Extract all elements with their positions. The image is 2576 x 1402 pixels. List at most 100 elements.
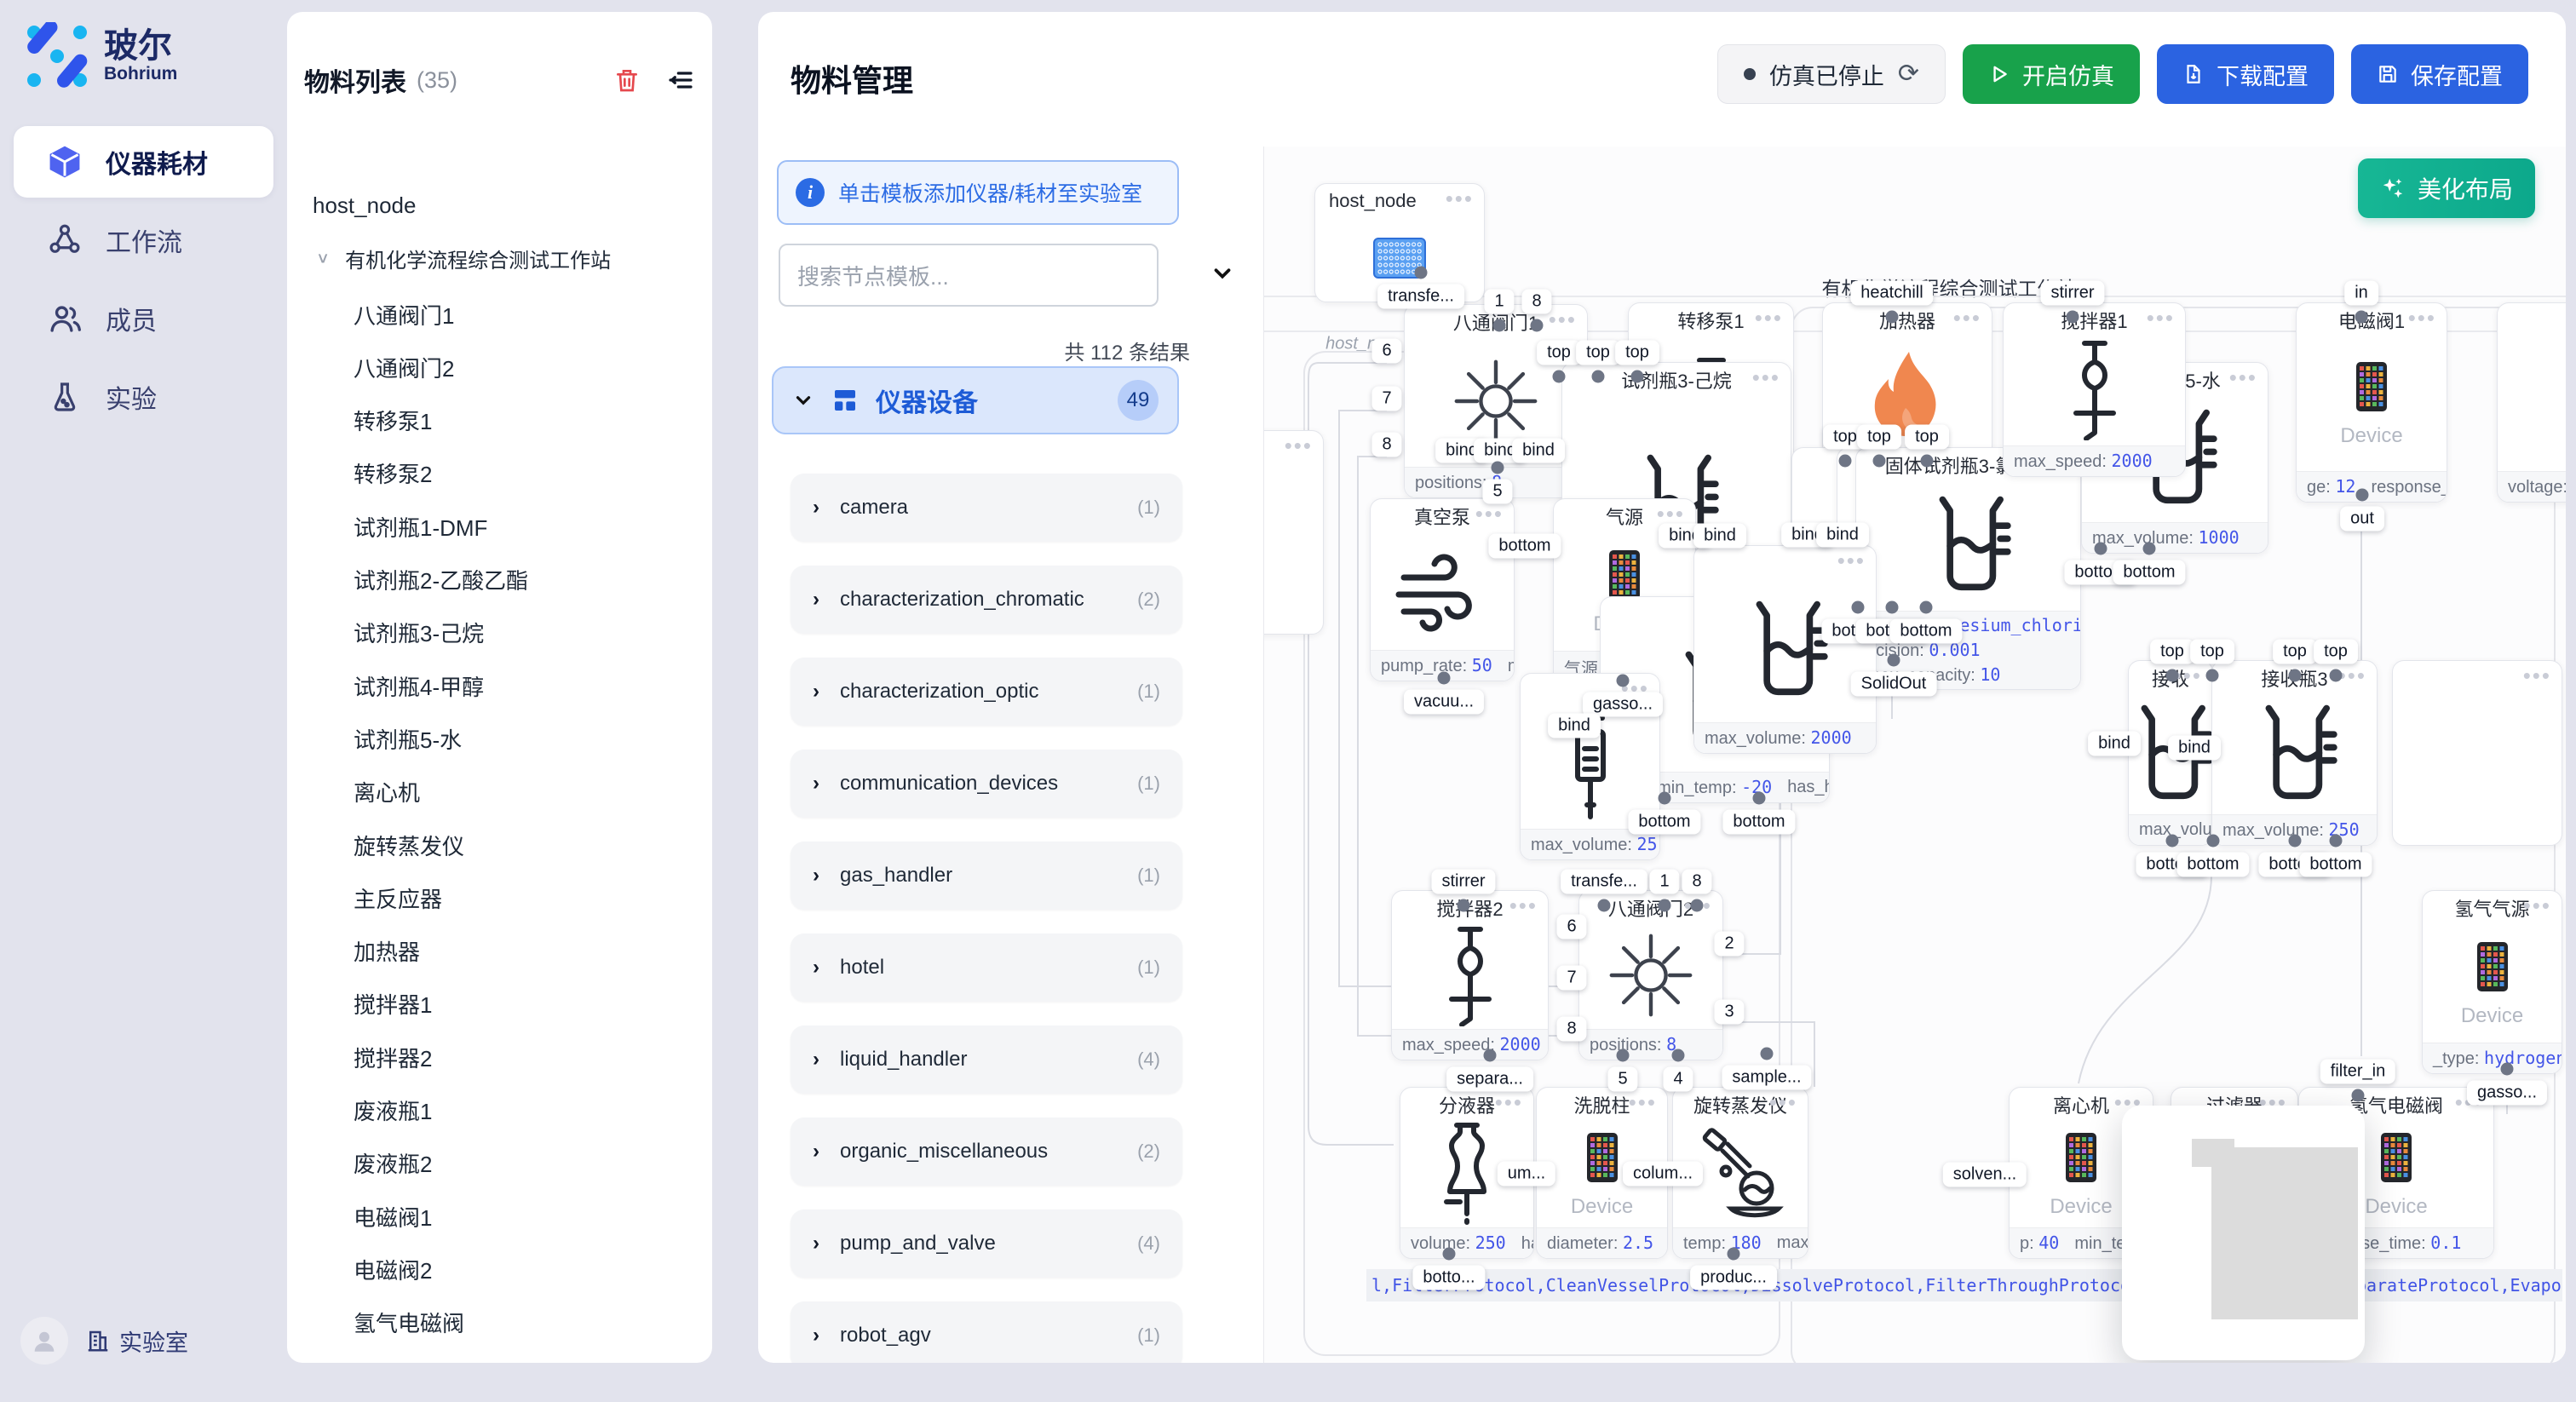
tree-item[interactable]: 试剂瓶4-甲醇 <box>287 664 712 708</box>
port-handle[interactable] <box>1886 601 1899 614</box>
sidebar-item-users[interactable]: 成员 <box>14 283 273 354</box>
save-config-button[interactable]: 保存配置 <box>2351 44 2528 104</box>
port-label[interactable]: vacuu... <box>1404 690 1484 715</box>
port-handle[interactable] <box>2166 669 2179 682</box>
port-handle[interactable] <box>2289 835 2302 848</box>
tree-item-root[interactable]: host_node <box>287 183 712 227</box>
port-handle[interactable] <box>1728 1248 1740 1261</box>
port-handle[interactable] <box>1553 371 1566 383</box>
port-handle[interactable] <box>1761 1048 1774 1060</box>
port-label[interactable]: bottom <box>1722 810 1795 835</box>
graph-node[interactable]: ••• <box>2392 660 2562 846</box>
graph-node-氢气气源[interactable]: 氢气气源•••Device_type: hydrogenmax_pre <box>2422 890 2562 1074</box>
port-label[interactable]: 8 <box>1371 433 1401 457</box>
category-hotel[interactable]: ›hotel(1) <box>791 934 1182 1002</box>
graph-node-搅拌器1[interactable]: 搅拌器1•••max_speed: 2000 <box>2003 302 2186 477</box>
tree-item[interactable]: 试剂瓶1-DMF <box>287 504 712 549</box>
node-menu-icon[interactable]: ••• <box>1769 1089 1797 1116</box>
category-pump_and_valve[interactable]: ›pump_and_valve(4) <box>791 1210 1182 1278</box>
port-handle[interactable] <box>2356 489 2369 502</box>
port-label[interactable]: sample... <box>1722 1066 1811 1090</box>
category-camera[interactable]: ›camera(1) <box>791 474 1182 542</box>
port-handle[interactable] <box>1598 899 1611 912</box>
port-handle[interactable] <box>1443 1248 1456 1261</box>
node-menu-icon[interactable]: ••• <box>1285 433 1313 459</box>
graph-node-真空泵[interactable]: 真空泵•••pump_rate: 50max_vacuum: 0.1 <box>1370 498 1515 681</box>
tree-item[interactable]: 氢气电磁阀 <box>287 1301 712 1345</box>
port-label[interactable]: separa... <box>1446 1067 1533 1092</box>
node-menu-icon[interactable]: ••• <box>1509 893 1538 919</box>
avatar[interactable] <box>20 1317 68 1365</box>
port-handle[interactable] <box>1659 792 1671 805</box>
port-handle[interactable] <box>2143 543 2156 555</box>
port-handle[interactable] <box>1659 899 1671 912</box>
search-input[interactable]: 搜索节点模板... <box>779 244 1159 307</box>
graph-node[interactable]: ••• <box>1264 430 1324 635</box>
port-label[interactable]: bottom <box>2176 853 2249 877</box>
port-handle[interactable] <box>1415 267 1428 279</box>
port-label[interactable]: transfe... <box>1561 870 1647 894</box>
port-label[interactable]: bottom <box>1628 810 1700 835</box>
port-handle[interactable] <box>2289 669 2302 682</box>
port-handle[interactable] <box>1921 455 1934 468</box>
port-label[interactable]: top <box>2150 640 2194 664</box>
port-label[interactable]: top <box>2190 640 2234 664</box>
port-label[interactable]: stirrer <box>1431 870 1495 894</box>
port-label[interactable]: bind <box>1816 523 1869 548</box>
tree-item[interactable]: 试剂瓶3-己烷 <box>287 611 712 655</box>
node-menu-icon[interactable]: ••• <box>1475 501 1504 527</box>
tree-item[interactable]: 八通阀门1 <box>287 292 712 336</box>
port-handle[interactable] <box>2206 669 2219 682</box>
port-label[interactable]: top <box>1857 425 1901 450</box>
node-menu-icon[interactable]: ••• <box>2523 663 2551 689</box>
tree-item[interactable]: 电磁阀2 <box>287 1247 712 1291</box>
port-label[interactable]: 7 <box>1371 387 1401 411</box>
port-label[interactable]: top <box>1576 341 1620 365</box>
node-menu-icon[interactable]: ••• <box>2147 305 2175 331</box>
tree-item[interactable]: 搅拌器1 <box>287 982 712 1026</box>
sidebar-item-flow[interactable]: 工作流 <box>14 204 273 276</box>
tree-item[interactable]: 试剂瓶2-乙酸乙酯 <box>287 558 712 602</box>
port-handle[interactable] <box>2352 1089 2365 1102</box>
chevron-down-icon[interactable] <box>1210 261 1235 286</box>
category-communication_devices[interactable]: ›communication_devices(1) <box>791 750 1182 818</box>
port-label[interactable]: bottom <box>2299 853 2372 877</box>
sidebar-item-cube[interactable]: 仪器耗材 <box>14 126 273 198</box>
port-handle[interactable] <box>2355 311 2368 324</box>
port-label[interactable]: bottom <box>2113 560 2185 585</box>
category-liquid_handler[interactable]: ›liquid_handler(4) <box>791 1026 1182 1094</box>
tree-item[interactable]: 废液瓶1 <box>287 1089 712 1133</box>
port-handle[interactable] <box>1631 371 1644 383</box>
beautify-layout-button[interactable]: 美化布局 <box>2358 158 2535 218</box>
port-handle[interactable] <box>1753 792 1766 805</box>
simulation-status-pill[interactable]: 仿真已停止 ⟳ <box>1717 44 1946 104</box>
node-menu-icon[interactable]: ••• <box>2523 893 2551 919</box>
category-characterization_chromatic[interactable]: ›characterization_chromatic(2) <box>791 566 1182 634</box>
lab-switcher[interactable]: 实验室 <box>85 1324 188 1358</box>
port-label[interactable]: top <box>2314 640 2358 664</box>
port-label[interactable]: bottom <box>1488 534 1561 559</box>
trash-icon[interactable] <box>613 66 641 95</box>
port-handle[interactable] <box>2330 669 2343 682</box>
tree-item[interactable]: 真空泵 <box>287 1353 712 1363</box>
port-label[interactable]: bind <box>2088 732 2141 756</box>
download-config-button[interactable]: 下载配置 <box>2157 44 2334 104</box>
node-menu-icon[interactable]: ••• <box>2338 663 2366 689</box>
node-menu-icon[interactable]: ••• <box>1837 548 1866 574</box>
tree-item[interactable]: 离心机 <box>287 770 712 814</box>
port-handle[interactable] <box>1920 601 1933 614</box>
sidebar-item-flask[interactable]: 实验 <box>14 361 273 433</box>
port-label[interactable]: 8 <box>1682 870 1711 894</box>
port-label[interactable]: bind <box>1548 714 1601 738</box>
category-characterization_optic[interactable]: ›characterization_optic(1) <box>791 658 1182 726</box>
port-handle[interactable] <box>1493 319 1506 332</box>
tree-item[interactable]: 转移泵1 <box>287 399 712 443</box>
node-menu-icon[interactable]: ••• <box>2408 305 2436 331</box>
port-handle[interactable] <box>1617 675 1630 687</box>
graph-node-电磁阀1[interactable]: 电磁阀1•••Devicege: 12response_time: 0.1 <box>2296 302 2447 503</box>
graph-node-固体试剂瓶3-氯化镁[interactable]: 固体试剂瓶3-氯化镁•••agent: magnesium_chlorideec… <box>1855 447 2081 690</box>
graph-node-搅拌器2[interactable]: 搅拌器2•••max_speed: 2000 <box>1391 890 1549 1060</box>
port-handle[interactable] <box>2501 1063 2514 1076</box>
port-label[interactable]: top <box>2273 640 2317 664</box>
tree-item[interactable]: 搅拌器2 <box>287 1035 712 1079</box>
